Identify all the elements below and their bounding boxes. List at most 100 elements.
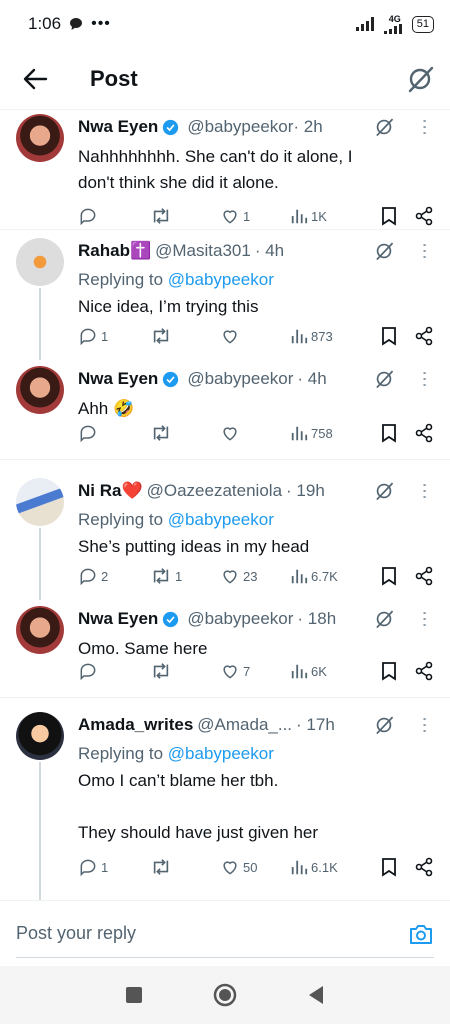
- grok-icon[interactable]: [374, 481, 394, 501]
- grok-icon[interactable]: [374, 715, 394, 735]
- like-button[interactable]: 23: [220, 566, 290, 586]
- home-icon[interactable]: [212, 982, 238, 1008]
- views-count: 6K: [311, 663, 327, 679]
- camera-icon[interactable]: [408, 922, 434, 946]
- like-button[interactable]: 1: [220, 206, 290, 226]
- display-name[interactable]: Ni Ra❤️: [78, 481, 143, 501]
- like-button[interactable]: [220, 423, 290, 443]
- more-icon[interactable]: ⋯: [415, 716, 435, 734]
- timestamp: · 17h: [296, 715, 335, 734]
- replying-handle-link[interactable]: @babypeekor: [168, 270, 274, 289]
- views-button[interactable]: 6.7K: [290, 567, 370, 585]
- more-icon[interactable]: ⋯: [415, 370, 435, 388]
- reply-button[interactable]: 2: [78, 566, 150, 586]
- bookmark-icon[interactable]: [380, 566, 398, 586]
- bookmark-icon[interactable]: [380, 326, 398, 346]
- reply-composer[interactable]: Post your reply: [0, 900, 450, 966]
- tweet-text-line: Nahhhhhhhh. She can't do it alone, I: [78, 147, 353, 166]
- more-icon[interactable]: ⋯: [415, 242, 435, 260]
- tweet[interactable]: Amada_writes @Amada_... · 17h ⋯ Replying to …: [0, 706, 450, 900]
- bookmark-icon[interactable]: [380, 206, 398, 226]
- tweet[interactable]: Ni Ra❤️ @Oazeezateniola · 19h ⋯ Replying to …: [0, 472, 450, 600]
- repost-button[interactable]: [150, 857, 220, 877]
- more-icon[interactable]: ⋯: [415, 482, 435, 500]
- tweet-text: Nahhhhhhhh. She can't do it alone, I don…: [78, 144, 434, 196]
- display-name[interactable]: Nwa Eyen: [78, 369, 158, 389]
- repost-button[interactable]: [150, 423, 220, 443]
- timestamp: · 18h: [297, 609, 337, 628]
- battery-indicator: 51: [411, 15, 434, 33]
- handle[interactable]: @Masita301: [155, 241, 251, 261]
- share-icon[interactable]: [414, 326, 434, 346]
- bookmark-icon[interactable]: [380, 423, 398, 443]
- grok-icon[interactable]: [374, 369, 394, 389]
- bookmark-icon[interactable]: [380, 661, 398, 681]
- avatar[interactable]: [16, 366, 64, 414]
- handle[interactable]: @babypeekor: [187, 369, 293, 389]
- like-button[interactable]: [220, 326, 290, 346]
- bookmark-icon[interactable]: [380, 857, 398, 877]
- share-icon[interactable]: [414, 857, 434, 877]
- tweet-text-line: [78, 794, 434, 820]
- reply-button[interactable]: 1: [78, 326, 150, 346]
- share-icon[interactable]: [414, 566, 434, 586]
- repost-button[interactable]: [150, 326, 220, 346]
- grok-icon[interactable]: [374, 609, 394, 629]
- repost-button[interactable]: [150, 661, 220, 681]
- tweet-text-line: don't think she did it alone.: [78, 173, 279, 192]
- avatar[interactable]: [16, 114, 64, 162]
- views-button[interactable]: 873: [290, 327, 370, 345]
- handle[interactable]: @Oazeezateniola: [147, 481, 282, 501]
- avatar[interactable]: [16, 478, 64, 526]
- handle[interactable]: @babypeekor: [187, 117, 293, 137]
- reply-button[interactable]: [78, 661, 150, 681]
- more-icon[interactable]: ⋯: [415, 610, 435, 628]
- share-icon[interactable]: [414, 206, 434, 226]
- back-arrow-icon[interactable]: [22, 67, 48, 91]
- avatar[interactable]: [16, 238, 64, 286]
- verified-badge-icon: [163, 371, 179, 387]
- handle[interactable]: @Amada_...: [197, 715, 292, 735]
- grok-icon[interactable]: [406, 65, 434, 93]
- views-icon: [291, 569, 308, 584]
- grok-icon[interactable]: [374, 241, 394, 261]
- reply-icon: [80, 859, 96, 877]
- reply-button[interactable]: [78, 423, 150, 443]
- system-nav-bar: [0, 966, 450, 1024]
- reply-input[interactable]: Post your reply: [16, 923, 136, 944]
- tweet[interactable]: Nwa Eyen @babypeekor · 18h ⋯ Omo. Same here 7…: [0, 600, 450, 698]
- reply-button[interactable]: [78, 206, 150, 226]
- back-icon[interactable]: [306, 984, 326, 1006]
- repost-icon: [153, 425, 169, 441]
- display-name[interactable]: Amada_writes: [78, 715, 193, 735]
- share-icon[interactable]: [414, 423, 434, 443]
- views-button[interactable]: 1K: [290, 207, 370, 225]
- views-button[interactable]: 6.1K: [290, 858, 370, 876]
- grok-icon[interactable]: [374, 117, 394, 137]
- display-name[interactable]: Nwa Eyen: [78, 609, 158, 629]
- tweet[interactable]: Nwa Eyen @babypeekor · 4h ⋯ Ahh 🤣 758: [0, 360, 450, 460]
- signal-icon: [355, 17, 374, 31]
- share-icon[interactable]: [414, 661, 434, 681]
- views-count: 873: [311, 328, 333, 344]
- like-button[interactable]: 50: [220, 857, 290, 877]
- display-name[interactable]: Rahab✝️: [78, 241, 151, 261]
- views-button[interactable]: 6K: [290, 662, 370, 680]
- recents-icon[interactable]: [124, 985, 144, 1005]
- tweet[interactable]: Nwa Eyen @babypeekor · 2h ⋯ Nahhhhhhhh. …: [0, 110, 450, 230]
- tweet[interactable]: Rahab✝️ @Masita301 · 4h ⋯ Replying to @babyp…: [0, 232, 450, 360]
- like-count: 1: [243, 208, 251, 224]
- replying-handle-link[interactable]: @babypeekor: [168, 744, 274, 763]
- replying-handle-link[interactable]: @babypeekor: [168, 510, 274, 529]
- like-button[interactable]: 7: [220, 661, 290, 681]
- repost-button[interactable]: 1: [150, 566, 220, 586]
- reply-button[interactable]: 1: [78, 857, 150, 877]
- avatar[interactable]: [16, 606, 64, 654]
- avatar[interactable]: [16, 712, 64, 760]
- repost-button[interactable]: [150, 206, 220, 226]
- views-button[interactable]: 758: [290, 424, 370, 442]
- display-name[interactable]: Nwa Eyen: [78, 117, 158, 137]
- timestamp: · 4h: [297, 369, 327, 388]
- more-icon[interactable]: ⋯: [415, 118, 435, 136]
- handle[interactable]: @babypeekor: [187, 609, 293, 629]
